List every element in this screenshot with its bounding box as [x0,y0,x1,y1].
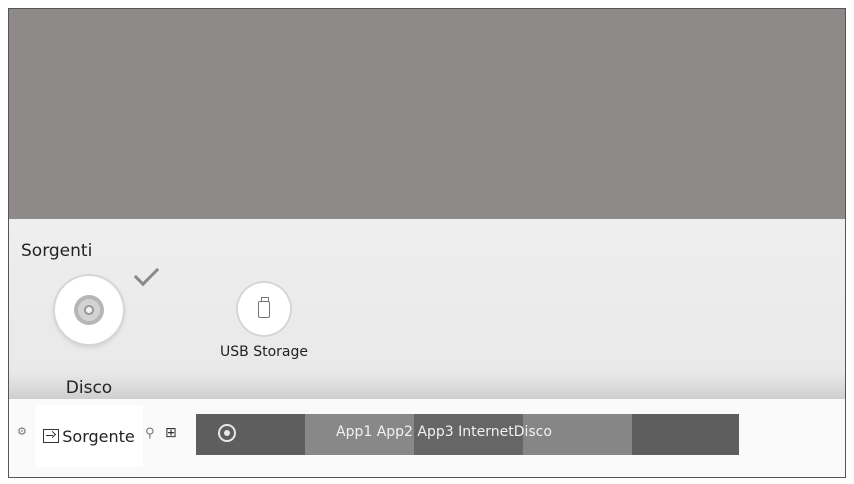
disc-icon [218,424,236,442]
preview-area [9,9,845,219]
source-icon-circle [55,276,123,344]
bottom-bar: ⚙ Sorgente ⚲ ⊞ App1 App2 App3 InternetDi… [9,399,845,477]
search-icon[interactable]: ⚲ [145,426,155,441]
app-tile-browser[interactable] [632,414,739,455]
source-label: USB Storage [220,344,308,360]
sources-panel: Sorgenti Disco USB Storage [9,219,845,399]
tv-screen: Sorgenti Disco USB Storage ⚙ Sorgente ⚲ … [8,8,846,478]
source-label: Disco [65,378,113,398]
input-icon [43,429,60,443]
app-labels: App1 App2 App3 InternetDisco [336,424,552,440]
source-button[interactable]: Sorgente [35,405,143,467]
disc-icon [74,295,104,325]
source-icon-circle [238,283,290,335]
source-item-usb-storage[interactable]: USB Storage [209,283,319,360]
app-bar: App1 App2 App3 InternetDisco [196,414,739,455]
gear-icon[interactable]: ⚙ [17,425,27,438]
panel-title: Sorgenti [21,241,93,261]
apps-icon[interactable]: ⊞ [165,425,177,441]
checkmark-icon [133,260,160,287]
source-button-label: Sorgente [62,426,135,446]
usb-icon [258,296,270,318]
app-tile-disc[interactable] [196,414,305,455]
source-item-disco[interactable]: Disco [51,276,127,398]
